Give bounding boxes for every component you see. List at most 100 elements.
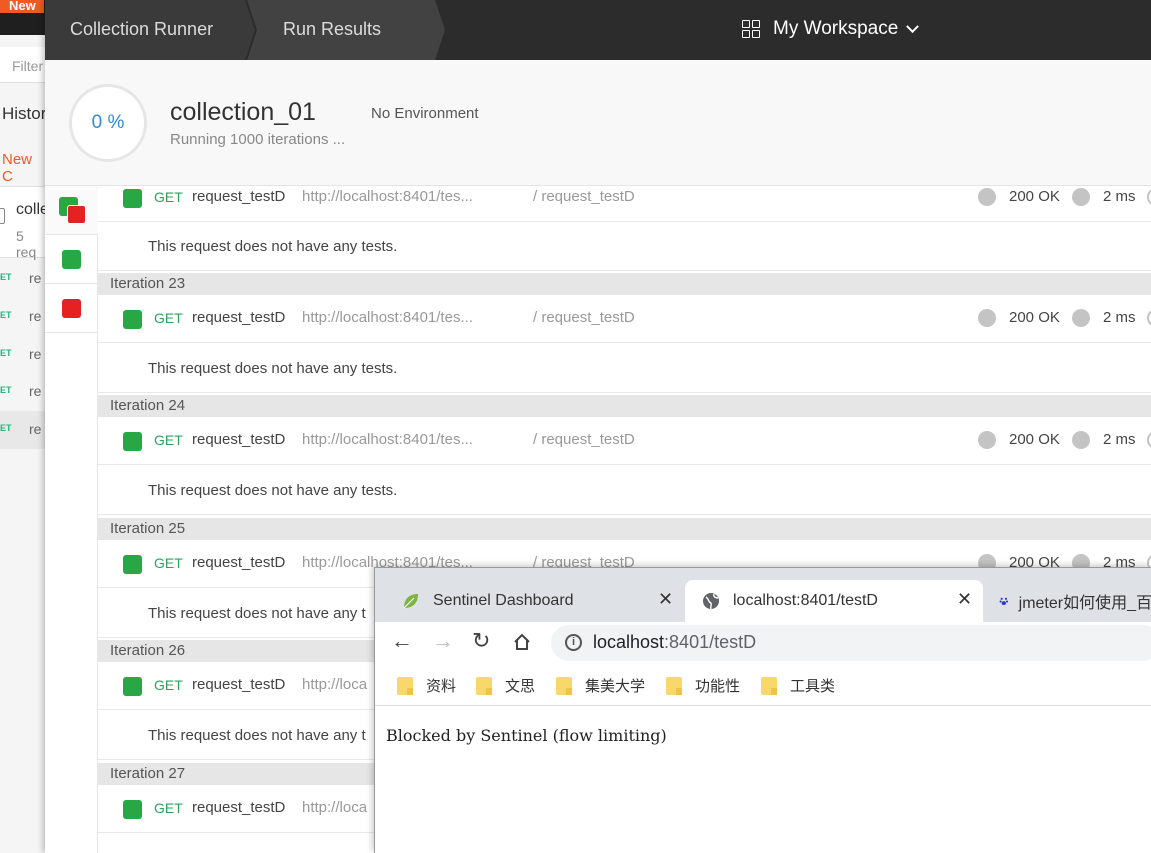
- request-url: http://loca: [302, 799, 368, 816]
- request-label: re: [29, 308, 42, 324]
- bookmark-folder[interactable]: 工具类: [761, 675, 835, 696]
- pass-square-icon: [123, 310, 142, 329]
- method-label: GET: [154, 310, 183, 326]
- tab-strip: Sentinel Dashboard ✕ localhost:8401/test…: [375, 568, 1151, 622]
- reload-icon[interactable]: ↻: [472, 628, 490, 654]
- info-icon[interactable]: i: [565, 634, 582, 651]
- request-name: request_testD: [192, 188, 286, 205]
- bookmark-label: 功能性: [695, 678, 741, 695]
- globe-icon: [703, 593, 719, 610]
- method-label: ET: [0, 385, 12, 395]
- filter-passed[interactable]: [45, 235, 98, 284]
- breadcrumb-run-results-label[interactable]: Run Results: [283, 19, 381, 40]
- sidebar-request[interactable]: ET re: [0, 336, 45, 374]
- sidebar-request-active[interactable]: ET re: [0, 411, 45, 449]
- grid-icon: [742, 20, 760, 38]
- status-dot-icon: [978, 309, 996, 327]
- test-result-row: This request does not have any tests.: [98, 222, 1151, 271]
- forward-icon[interactable]: →: [432, 628, 454, 654]
- home-icon[interactable]: [512, 632, 532, 652]
- tab-localhost[interactable]: localhost:8401/testD ✕: [685, 580, 983, 622]
- progress-ring: 0 %: [69, 84, 147, 162]
- new-collection-link[interactable]: New C: [2, 151, 45, 185]
- collection-item-count: 5 req: [16, 228, 37, 260]
- bookmark-folder[interactable]: 集美大学: [556, 675, 645, 696]
- workspace-switcher[interactable]: My Workspace: [742, 17, 920, 41]
- tab-title: Sentinel Dashboard: [433, 592, 574, 609]
- bookmark-folder[interactable]: 功能性: [666, 675, 740, 696]
- method-label: GET: [154, 189, 183, 205]
- sidebar-request[interactable]: ET re: [0, 298, 45, 336]
- bookmark-folder[interactable]: 文思: [476, 675, 535, 696]
- request-url: http://localhost:8401/tes...: [302, 431, 473, 448]
- paw-icon: [999, 597, 1009, 606]
- pass-square-icon: [123, 432, 142, 451]
- time-dot-icon: [1072, 188, 1090, 206]
- request-path: / request_testD: [533, 309, 635, 326]
- response-time: 2 ms: [1103, 431, 1136, 448]
- chevron-down-icon: [906, 19, 920, 33]
- history-tab[interactable]: Histor: [2, 104, 46, 124]
- filter-all[interactable]: [45, 186, 98, 235]
- workspace-name: My Workspace: [773, 18, 899, 39]
- test-result-row: This request does not have any tests.: [98, 344, 1151, 393]
- tab-jmeter[interactable]: jmeter如何使用_百: [983, 580, 1151, 622]
- request-label: re: [29, 346, 42, 362]
- close-icon[interactable]: ✕: [957, 589, 972, 610]
- request-path: / request_testD: [533, 188, 635, 205]
- request-name: request_testD: [192, 431, 286, 448]
- bookmark-label: 文思: [505, 678, 536, 695]
- status-code: 200 OK: [1009, 309, 1060, 326]
- sidebar-request[interactable]: ET re: [0, 373, 45, 411]
- runner-header-bar: Collection Runner Run Results My Workspa…: [45, 0, 1151, 60]
- pass-square-icon: [123, 800, 142, 819]
- run-summary: 0 % collection_01 No Environment Running…: [45, 60, 1151, 186]
- bookmark-label: 工具类: [790, 678, 836, 695]
- request-result-row[interactable]: GET request_testD http://localhost:8401/…: [98, 295, 1151, 343]
- pass-square-icon: [62, 250, 81, 269]
- method-label: GET: [154, 432, 183, 448]
- filter-failed[interactable]: [45, 284, 98, 333]
- method-label: ET: [0, 272, 12, 282]
- iteration-header: Iteration 25: [98, 518, 1151, 540]
- new-button[interactable]: New: [0, 0, 44, 13]
- request-label: re: [29, 270, 42, 286]
- fail-square-icon: [67, 205, 86, 224]
- pass-square-icon: [123, 189, 142, 208]
- breadcrumb-collection-runner-label[interactable]: Collection Runner: [70, 19, 213, 40]
- size-dot-icon: [1147, 431, 1151, 449]
- close-icon[interactable]: ✕: [658, 589, 673, 610]
- tab-title: jmeter如何使用_百: [1018, 595, 1151, 612]
- folder-icon: [666, 676, 682, 695]
- bookmark-label: 集美大学: [585, 678, 646, 695]
- iteration-header: Iteration 24: [98, 395, 1151, 417]
- address-bar[interactable]: i localhost:8401/testD: [551, 625, 1151, 661]
- address-url[interactable]: localhost:8401/testD: [593, 632, 756, 653]
- collection-item-name: colle: [16, 201, 49, 218]
- iteration-filter-sidebar: [45, 186, 98, 853]
- request-label: re: [29, 383, 42, 399]
- status-dot-icon: [978, 431, 996, 449]
- method-label: ET: [0, 423, 12, 433]
- tab-sentinel-dashboard[interactable]: Sentinel Dashboard ✕: [385, 580, 685, 622]
- request-url: http://localhost:8401/tes...: [302, 188, 473, 205]
- page-body-text: Blocked by Sentinel (flow limiting): [386, 726, 667, 745]
- method-label: ET: [0, 348, 12, 358]
- request-result-row[interactable]: GET request_testD http://localhost:8401/…: [98, 186, 1151, 222]
- request-url: http://loca: [302, 676, 368, 693]
- request-path: / request_testD: [533, 431, 635, 448]
- method-label: GET: [154, 800, 183, 816]
- leaf-icon: [403, 594, 418, 609]
- bookmark-folder[interactable]: 资料: [397, 675, 456, 696]
- back-icon[interactable]: ←: [391, 628, 413, 654]
- sidebar-request[interactable]: ET re: [0, 260, 45, 298]
- status-code: 200 OK: [1009, 431, 1060, 448]
- collection-title: collection_01: [170, 98, 316, 126]
- request-result-row[interactable]: GET request_testD http://localhost:8401/…: [98, 417, 1151, 465]
- method-label: GET: [154, 677, 183, 693]
- run-status: Running 1000 iterations ...: [170, 131, 346, 148]
- filter-input[interactable]: Filter: [12, 58, 43, 74]
- method-label: GET: [154, 555, 183, 571]
- environment-label: No Environment: [371, 105, 479, 122]
- time-dot-icon: [1072, 431, 1090, 449]
